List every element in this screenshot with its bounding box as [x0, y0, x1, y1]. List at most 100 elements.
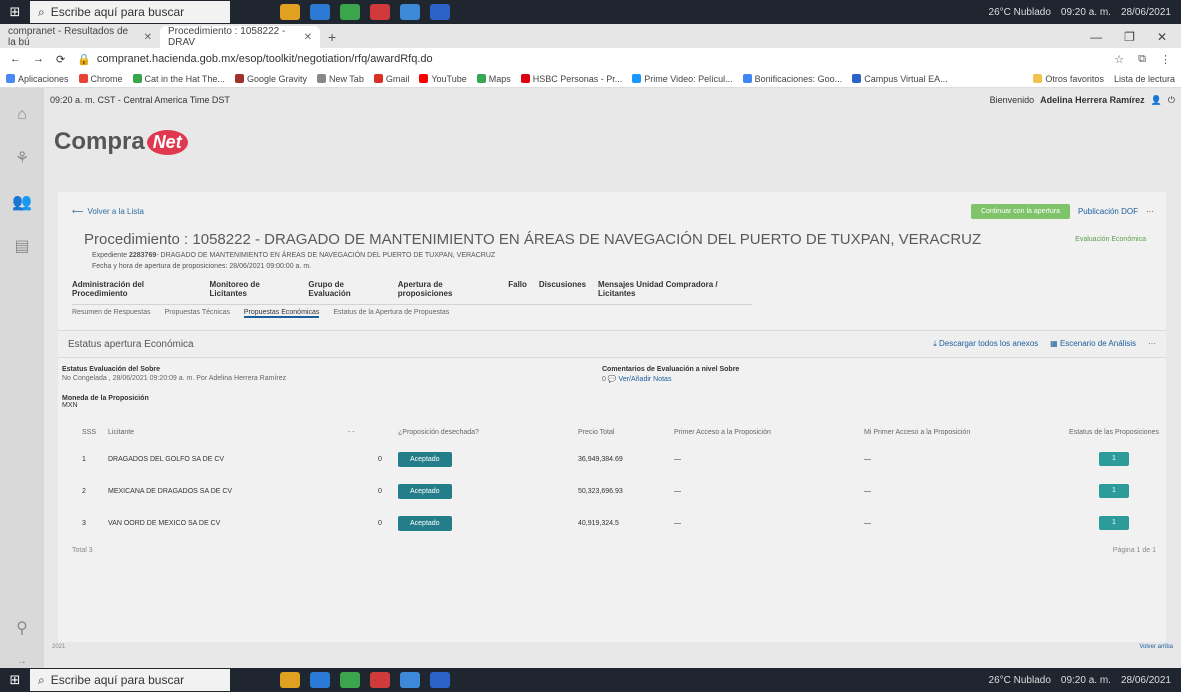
more-icon[interactable]: ···	[1146, 207, 1154, 216]
col-mi-primer-acceso[interactable]: Mi Primer Acceso a la Proposición	[864, 429, 1064, 436]
status-button[interactable]: 1	[1099, 484, 1129, 498]
windows-start-icon[interactable]: ⊞	[0, 668, 30, 692]
back-to-list-link[interactable]: ⟵ Volver a la Lista	[72, 207, 144, 216]
subtab-tecnicas[interactable]: Propuestas Técnicas	[165, 309, 230, 318]
app-icon[interactable]	[430, 672, 450, 688]
status-button[interactable]: 1	[1099, 452, 1129, 466]
browser-tab[interactable]: compranet - Resultados de la bú ✕	[0, 26, 160, 48]
taskbar-search[interactable]: ⌕ Escribe aquí para buscar	[30, 669, 230, 691]
row-licitante[interactable]: DRAGADOS DEL GOLFO SA DE CV	[108, 456, 348, 463]
browser-tab-active[interactable]: Procedimiento : 1058222 - DRAV ✕	[160, 26, 320, 48]
row-mi-primer: —	[864, 487, 871, 495]
new-tab-button[interactable]: +	[320, 26, 344, 48]
col-precio[interactable]: Precio Total	[578, 429, 674, 436]
row-estado: Aceptado	[398, 515, 578, 531]
app-icon[interactable]	[280, 672, 300, 688]
bookmark-item[interactable]: New Tab	[316, 74, 364, 84]
subtab-economicas[interactable]: Propuestas Económicas	[243, 309, 320, 318]
app-icon[interactable]	[430, 4, 450, 20]
tab-label: Procedimiento : 1058222 - DRAV	[168, 26, 286, 48]
bookmark-item[interactable]: Chrome	[78, 74, 123, 84]
bookmark-item[interactable]: Aplicaciones	[6, 74, 69, 84]
tab-mensajes[interactable]: Mensajes Unidad Compradora / Licitantes	[598, 280, 752, 298]
expand-icon[interactable]: →	[0, 656, 44, 667]
bookmark-item[interactable]: Gmail	[373, 74, 409, 84]
status-button[interactable]: 1	[1099, 516, 1129, 530]
app-icon[interactable]	[370, 672, 390, 688]
bookmark-item[interactable]: Maps	[476, 74, 511, 84]
tab-apertura[interactable]: Apertura de proposiciones	[398, 280, 496, 298]
network-icon[interactable]: ⚘	[15, 148, 29, 168]
expediente-line: Expediente 2283769- DRAGADO DE MANTENIMI…	[58, 248, 1166, 259]
bookmark-item[interactable]: HSBC Personas - Pr...	[520, 74, 622, 84]
tab-administracion[interactable]: Administración del Procedimiento	[72, 280, 198, 298]
star-icon[interactable]: ☆	[1114, 53, 1124, 66]
subtab-estatus-apertura[interactable]: Estatus de la Apertura de Propuestas	[333, 309, 449, 318]
col-sss[interactable]: SSS	[58, 429, 108, 436]
bookmark-item[interactable]: Bonificaciones: Goo...	[742, 74, 842, 84]
dof-publication-link[interactable]: Publicación DOF	[1078, 207, 1138, 216]
bookmark-item[interactable]: Google Gravity	[234, 74, 307, 84]
back-to-top-link[interactable]: Volver arriba	[1139, 644, 1173, 650]
bookmark-item[interactable]: Cat in the Hat The...	[132, 74, 225, 84]
close-icon[interactable]: ✕	[144, 32, 152, 43]
home-icon[interactable]: ⌂	[17, 106, 27, 124]
reading-list[interactable]: Lista de lectura	[1114, 74, 1175, 84]
economic-evaluation-label[interactable]: Evaluación Económica	[1075, 236, 1146, 243]
bookmark-item[interactable]: YouTube	[419, 74, 467, 84]
forward-icon[interactable]: →	[33, 53, 44, 65]
col-primer-acceso[interactable]: Primer Acceso a la Proposición	[674, 429, 864, 436]
bookmark-item[interactable]: Prime Video: Películ...	[632, 74, 733, 84]
row-licitante[interactable]: MEXICANA DE DRAGADOS SA DE CV	[108, 488, 348, 495]
app-icon[interactable]	[340, 672, 360, 688]
tab-label: compranet - Resultados de la bú	[8, 26, 129, 48]
app-icon[interactable]	[400, 4, 420, 20]
col-desechada[interactable]: ¿Proposición desechada?	[398, 429, 578, 436]
footer-year: 2021	[52, 644, 66, 650]
menu-icon[interactable]: ⋮	[1160, 53, 1171, 66]
notes-link[interactable]: 💬 Ver/Añadir Notas	[608, 376, 672, 383]
procedure-title: Procedimiento : 1058222 - DRAGADO DE MAN…	[84, 231, 982, 248]
document-icon[interactable]: ▤	[14, 236, 29, 256]
people-icon[interactable]: 👥	[12, 192, 32, 212]
continue-opening-button[interactable]: Continuar con la apertura	[970, 204, 1070, 219]
reload-icon[interactable]: ⟳	[56, 53, 65, 66]
col-licitante[interactable]: Licitante	[108, 429, 348, 436]
minimize-icon[interactable]: —	[1090, 30, 1102, 44]
tab-grupo[interactable]: Grupo de Evaluación	[308, 280, 385, 298]
accepted-button[interactable]: Aceptado	[398, 515, 452, 531]
close-icon[interactable]: ✕	[304, 32, 312, 43]
download-all-link[interactable]: ⤓ Descargar todos los anexos	[933, 339, 1038, 349]
row-zero: 0	[378, 455, 382, 463]
url-field[interactable]: 🔒 compranet.hacienda.gob.mx/esop/toolkit…	[77, 53, 432, 66]
analysis-scenario-link[interactable]: ▦ Escenario de Análisis	[1050, 339, 1136, 349]
app-icon[interactable]	[310, 672, 330, 688]
subtab-resumen[interactable]: Resumen de Respuestas	[72, 309, 151, 318]
more-icon[interactable]: ···	[1148, 339, 1156, 349]
col-estatus[interactable]: Estatus de las Proposiciones	[1064, 429, 1164, 436]
tab-fallo[interactable]: Fallo	[508, 280, 527, 298]
extensions-icon[interactable]: ⧉	[1138, 53, 1146, 66]
accepted-button[interactable]: Aceptado	[398, 451, 452, 467]
app-icon[interactable]	[340, 4, 360, 20]
app-icon[interactable]	[280, 4, 300, 20]
tab-monitoreo[interactable]: Monitoreo de Licitantes	[210, 280, 297, 298]
maximize-icon[interactable]: ❐	[1124, 30, 1135, 44]
tab-discusiones[interactable]: Discusiones	[539, 280, 586, 298]
close-window-icon[interactable]: ✕	[1157, 30, 1167, 44]
accepted-button[interactable]: Aceptado	[398, 483, 452, 499]
app-icon[interactable]	[310, 4, 330, 20]
power-icon[interactable]: ⏻	[1168, 95, 1175, 106]
bookmark-folder[interactable]: Otros favoritos	[1033, 74, 1104, 84]
bookmark-item[interactable]: Campus Virtual EA...	[852, 74, 948, 84]
user-icon[interactable]: 👤	[1151, 95, 1162, 106]
windows-start-icon[interactable]: ⊞	[0, 0, 30, 24]
row-licitante[interactable]: VAN OORD DE MEXICO SA DE CV	[108, 520, 348, 527]
row-estatus: 1	[1064, 484, 1164, 498]
taskbar-search[interactable]: ⌕ Escribe aquí para buscar	[30, 1, 230, 23]
app-icon[interactable]	[370, 4, 390, 20]
app-icon[interactable]	[400, 672, 420, 688]
pagination[interactable]: Página 1 de 1	[1113, 547, 1156, 554]
search-icon[interactable]: ⚲	[0, 618, 44, 638]
back-icon[interactable]: ←	[10, 53, 21, 65]
